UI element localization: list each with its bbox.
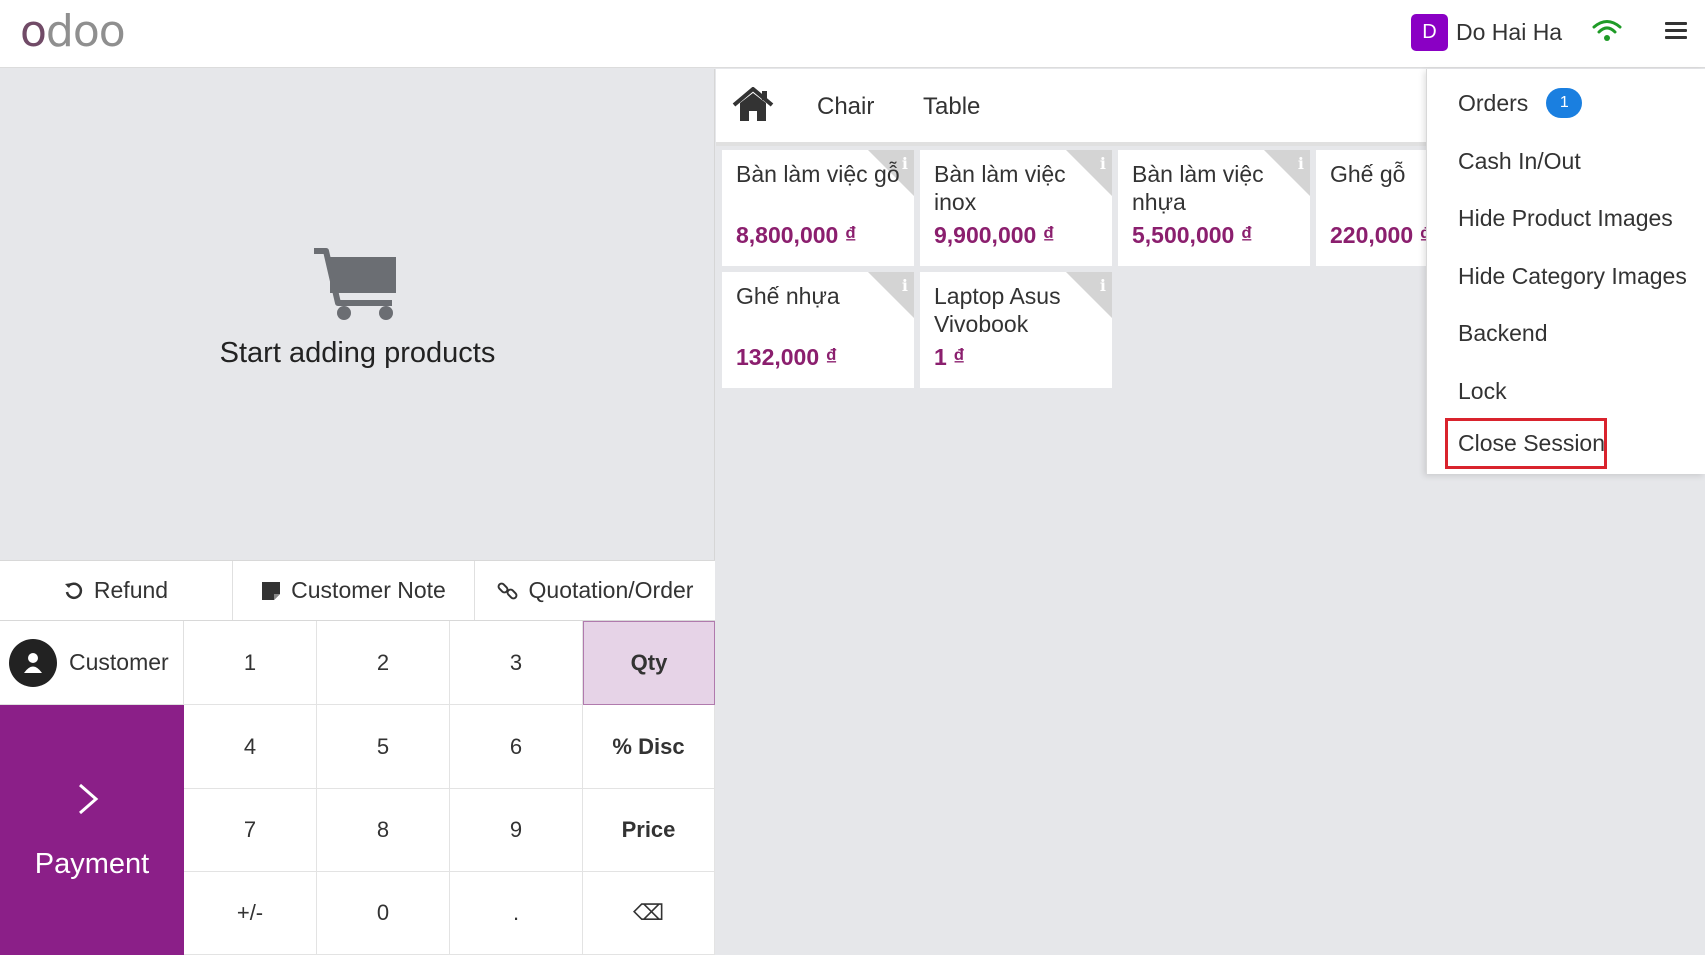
customer-button[interactable]: Customer: [0, 621, 184, 705]
menu-hamburger-icon[interactable]: [1665, 22, 1687, 40]
payment-button[interactable]: Payment: [0, 705, 184, 955]
menu-item-lock[interactable]: Lock: [1458, 371, 1507, 411]
numpad-area: Customer Payment 1 2 3 Qty 4 5 6 % Disc …: [0, 621, 715, 955]
menu-item-close-session[interactable]: Close Session: [1458, 423, 1605, 463]
quotation-order-label: Quotation/Order: [528, 577, 694, 603]
customer-note-button[interactable]: Customer Note: [233, 561, 475, 620]
product-name: Bàn làm việc gỗ: [736, 161, 900, 187]
session-dropdown-menu: Orders 1 Cash In/Out Hide Product Images…: [1426, 69, 1705, 474]
chevron-right-icon: [79, 783, 99, 815]
user-avatar: D: [1411, 13, 1448, 51]
control-buttons: Refund Customer Note Quotation/Order: [0, 560, 715, 621]
product-card[interactable]: i Laptop Asus Vivobook 1 ₫: [920, 272, 1112, 388]
home-icon[interactable]: [732, 87, 774, 123]
cart-icon: [313, 248, 396, 320]
customer-avatar-icon: [9, 638, 57, 687]
numpad-key-4[interactable]: 4: [184, 705, 317, 789]
product-name: Bàn làm việc inox: [934, 161, 1066, 215]
menu-item-backend[interactable]: Backend: [1458, 313, 1548, 353]
numpad-key-1[interactable]: 1: [184, 621, 317, 705]
product-price: 8,800,000 ₫: [736, 222, 857, 248]
product-name: Ghế nhựa: [736, 283, 840, 309]
link-icon: [497, 580, 519, 602]
product-price: 220,000 ₫: [1330, 222, 1432, 248]
product-price: 9,900,000 ₫: [934, 222, 1055, 248]
order-pane: Start adding products Refund Customer No…: [0, 69, 715, 955]
menu-item-orders-label: Orders: [1458, 89, 1529, 116]
customer-note-label: Customer Note: [291, 577, 446, 603]
numpad-key-5[interactable]: 5: [317, 705, 450, 789]
refund-button[interactable]: Refund: [0, 561, 233, 620]
product-card[interactable]: i Bàn làm việc nhựa 5,500,000 ₫: [1118, 150, 1310, 266]
product-card[interactable]: i Bàn làm việc inox 9,900,000 ₫: [920, 150, 1112, 266]
empty-cart-text: Start adding products: [219, 337, 496, 369]
menu-item-hide-product-images[interactable]: Hide Product Images: [1458, 198, 1673, 238]
product-card[interactable]: i Ghế nhựa 132,000 ₫: [722, 272, 914, 388]
product-name: Laptop Asus Vivobook: [934, 283, 1061, 337]
numpad-key-3[interactable]: 3: [450, 621, 583, 705]
numpad-key-0[interactable]: 0: [317, 872, 450, 955]
user-menu[interactable]: D Do Hai Ha: [1411, 13, 1562, 51]
wifi-icon: [1592, 20, 1622, 41]
numpad-key-2[interactable]: 2: [317, 621, 450, 705]
numpad-key-9[interactable]: 9: [450, 789, 583, 872]
product-price: 132,000 ₫: [736, 344, 838, 370]
numpad-key-8[interactable]: 8: [317, 789, 450, 872]
menu-item-orders[interactable]: Orders 1: [1458, 83, 1583, 123]
category-bar: Chair Table: [716, 69, 1476, 146]
payment-label: Payment: [34, 848, 150, 880]
quotation-order-button[interactable]: Quotation/Order: [475, 561, 715, 620]
product-name: Bàn làm việc nhựa: [1132, 161, 1264, 215]
numpad-key-decimal[interactable]: .: [450, 872, 583, 955]
numpad-key-plus-minus[interactable]: +/-: [184, 872, 317, 955]
note-icon: [261, 581, 281, 601]
category-table[interactable]: Table: [923, 93, 980, 121]
category-chair[interactable]: Chair: [817, 93, 874, 121]
user-name: Do Hai Ha: [1456, 18, 1563, 45]
price-mode-button[interactable]: Price: [583, 789, 715, 872]
customer-label: Customer: [69, 649, 169, 675]
refund-label: Refund: [93, 577, 169, 603]
backspace-icon[interactable]: ⌫: [583, 872, 715, 955]
top-header: odoo D Do Hai Ha: [0, 0, 1705, 68]
product-price: 5,500,000 ₫: [1132, 222, 1253, 248]
discount-mode-button[interactable]: % Disc: [583, 705, 715, 789]
numpad-key-7[interactable]: 7: [184, 789, 317, 872]
odoo-logo: odoo: [20, 6, 126, 57]
menu-item-cash-in-out[interactable]: Cash In/Out: [1458, 141, 1581, 181]
refund-icon: [64, 581, 84, 601]
numpad-key-6[interactable]: 6: [450, 705, 583, 789]
empty-cart: Start adding products: [0, 247, 715, 370]
product-card[interactable]: i Bàn làm việc gỗ 8,800,000 ₫: [722, 150, 914, 266]
orders-count-badge: 1: [1546, 88, 1583, 118]
product-price: 1 ₫: [934, 344, 965, 370]
menu-item-hide-category-images[interactable]: Hide Category Images: [1458, 256, 1687, 296]
qty-mode-button[interactable]: Qty: [583, 621, 715, 705]
